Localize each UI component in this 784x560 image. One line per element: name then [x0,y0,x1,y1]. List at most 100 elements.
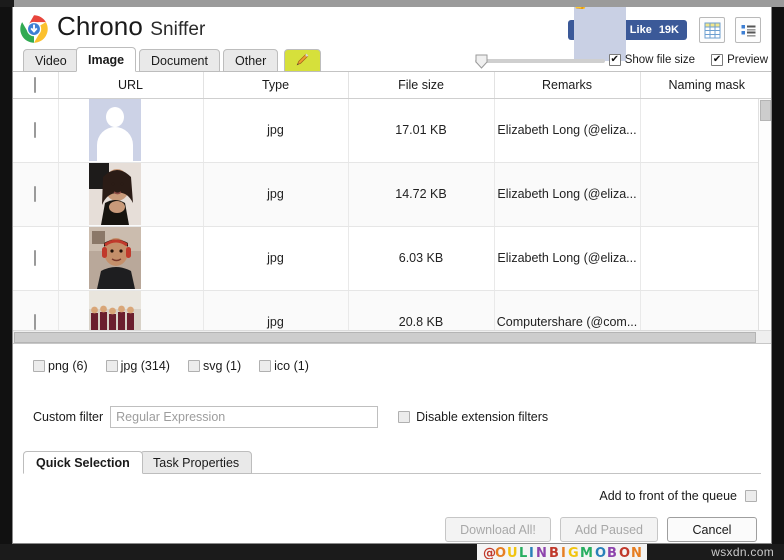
svg-text:N: N [631,546,642,559]
table-vertical-scrollbar[interactable] [758,99,771,330]
table-horizontal-scrollbar[interactable] [13,330,771,343]
tab-video[interactable]: Video [23,49,79,72]
custom-filter-input[interactable] [110,406,379,428]
tab-task-properties-label: Task Properties [153,455,240,470]
tab-quick-selection[interactable]: Quick Selection [23,451,143,474]
extension-filter-ico-label: ico (1) [274,359,309,373]
extension-filter-list: png (6) jpg (314) svg (1) ico (1) [33,359,309,373]
bottom-tabs: Quick Selection Task Properties [23,451,761,474]
svg-text:B: B [549,546,559,559]
extension-filter-svg-label: svg (1) [202,359,242,373]
row-select-cell[interactable] [13,162,59,227]
tab-document[interactable]: Document [139,49,220,72]
filters-panel: png (6) jpg (314) svg (1) ico (1) Custom… [13,344,771,451]
file-table: URL Type File size Remarks Naming mask j… [13,72,771,343]
checkbox-box [608,54,621,66]
column-header-naming-mask[interactable]: Naming mask [640,72,771,99]
tab-image-label: Image [88,52,125,67]
pencil-icon [295,52,310,70]
row-type: jpg [203,162,349,227]
svg-text:B: B [607,546,617,559]
row-checkbox[interactable] [34,122,37,138]
table-header: URL Type File size Remarks Naming mask [13,72,771,99]
scrollbar-thumb[interactable] [14,332,756,343]
svg-text:U: U [507,546,518,559]
table-row[interactable]: jpg 14.72 KB Elizabeth Long (@eliza... [13,162,771,227]
add-to-front-of-queue-checkbox[interactable]: Add to front of the queue [599,489,757,503]
disable-extension-filters-checkbox[interactable]: Disable extension filters [398,410,548,424]
svg-text:M: M [580,546,593,559]
svg-text:G: G [568,546,579,559]
row-size: 14.72 KB [348,162,495,227]
chrome-download-icon [19,14,49,44]
row-checkbox[interactable] [34,186,37,202]
tab-edit[interactable] [284,49,321,72]
screen: Chrono Sniffer 👍 Like 19K [0,0,784,560]
row-checkbox[interactable] [34,250,37,266]
row-naming-mask[interactable] [640,162,771,227]
row-naming-mask[interactable] [640,98,771,163]
row-size: 17.01 KB [348,98,495,163]
file-list-table: URL Type File size Remarks Naming mask j… [13,72,771,344]
row-thumbnail-cell [58,226,204,291]
checkbox-box [745,490,757,502]
extension-filter-png[interactable]: png (6) [33,359,88,373]
column-header-remarks[interactable]: Remarks [494,72,641,99]
column-header-size[interactable]: File size [348,72,495,99]
scrollbar-thumb[interactable] [760,100,771,121]
tab-task-properties[interactable]: Task Properties [140,451,253,474]
select-all-checkbox[interactable] [34,76,37,93]
extension-filter-svg[interactable]: svg (1) [187,359,242,373]
column-header-type[interactable]: Type [203,72,349,99]
show-file-size-label: Show file size [624,54,695,66]
svg-text:O: O [619,546,631,559]
download-all-button[interactable]: Download All! [445,517,551,542]
like-label: Like [629,24,652,36]
slider-track [475,59,605,63]
checkbox-box [33,360,45,372]
list-view-icon[interactable] [735,17,761,43]
watermark: wsxdn.com [711,545,774,559]
add-paused-button[interactable]: Add Paused [559,517,658,542]
row-select-cell[interactable] [13,226,59,291]
table-row[interactable]: jpg 6.03 KB Elizabeth Long (@eliza... [13,226,771,291]
row-thumbnail-cell [58,162,204,227]
extension-filter-jpg-label: jpg (314) [120,359,170,373]
column-header-url[interactable]: URL [58,72,204,99]
extension-filter-ico[interactable]: ico (1) [259,359,309,373]
app-title-light: Sniffer [150,19,206,40]
svg-text:I: I [529,546,534,559]
row-checkbox[interactable] [34,314,37,330]
preview-label: Preview [727,54,768,66]
row-select-cell[interactable] [13,98,59,163]
table-body: jpg 17.01 KB Elizabeth Long (@eliza... j… [13,98,771,343]
grid-view-icon[interactable] [699,17,725,43]
thumbnail-size-slider[interactable] [475,54,605,69]
tab-image[interactable]: Image [76,47,137,72]
slider-thumb[interactable] [475,54,488,69]
preview-checkbox[interactable]: Preview [711,54,768,66]
show-file-size-checkbox[interactable]: Show file size [608,54,695,66]
facebook-like-button[interactable]: 👍 Like 19K [567,7,687,61]
tab-other[interactable]: Other [223,49,279,72]
row-size: 6.03 KB [348,226,495,291]
checkbox-box [187,360,200,372]
extension-filter-png-label: png (6) [48,359,88,373]
table-header-row: URL Type File size Remarks Naming mask [13,72,771,99]
checkbox-box [398,411,411,423]
cancel-button[interactable]: Cancel [667,517,757,542]
row-naming-mask[interactable] [640,226,771,291]
column-header-select[interactable] [13,72,59,99]
svg-text:O: O [495,546,507,559]
row-remarks: Elizabeth Long (@eliza... [494,162,641,227]
photo-thumbnail [88,163,141,225]
checkbox-box [259,360,272,372]
desktop-top-strip [0,0,784,7]
table-row[interactable]: jpg 17.01 KB Elizabeth Long (@eliza... [13,98,771,163]
checkbox-box [105,360,118,372]
row-remarks: Elizabeth Long (@eliza... [494,98,641,163]
extension-filter-jpg[interactable]: jpg (314) [105,359,170,373]
like-count: 19K [658,24,679,36]
tab-document-label: Document [151,53,208,68]
chrono-sniffer-window: Chrono Sniffer 👍 Like 19K [12,7,772,544]
